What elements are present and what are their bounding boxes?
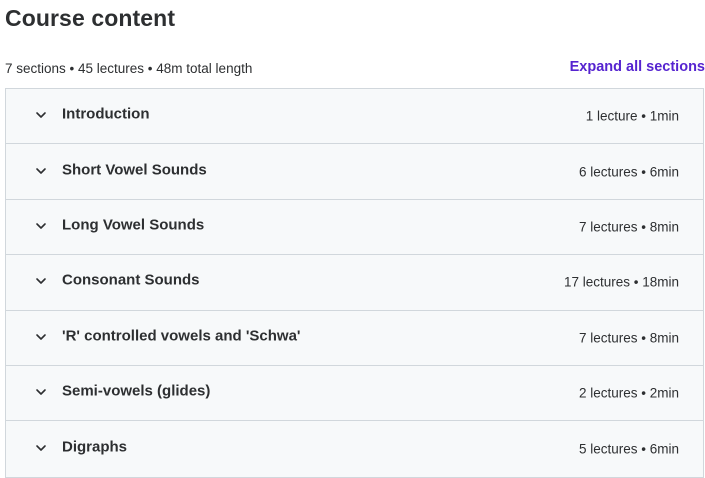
chevron-down-icon xyxy=(34,330,48,344)
section-row-consonant-sounds[interactable]: Consonant Sounds 17 lectures • 18min xyxy=(6,255,703,311)
section-meta: 6 lectures • 6min xyxy=(578,164,679,180)
chevron-down-icon xyxy=(34,164,48,178)
section-row-introduction[interactable]: Introduction 1 lecture • 1min xyxy=(6,89,703,145)
section-row-long-vowel-sounds[interactable]: Long Vowel Sounds 7 lectures • 8min xyxy=(6,200,703,256)
section-meta: 1 lecture • 1min xyxy=(585,108,679,124)
course-content-panel: Course content 7 sections • 45 lectures … xyxy=(0,0,705,478)
chevron-down-icon xyxy=(34,441,48,455)
section-meta: 5 lectures • 6min xyxy=(578,441,679,457)
chevron-down-icon xyxy=(34,385,48,399)
section-title: Short Vowel Sounds xyxy=(62,161,207,179)
section-title: Consonant Sounds xyxy=(62,271,200,289)
section-row-semi-vowels[interactable]: Semi-vowels (glides) 2 lectures • 2min xyxy=(6,366,703,422)
section-row-short-vowel-sounds[interactable]: Short Vowel Sounds 6 lectures • 6min xyxy=(6,144,703,200)
sections-accordion: Introduction 1 lecture • 1min Short Vowe… xyxy=(5,88,704,478)
chevron-down-icon xyxy=(34,219,48,233)
section-meta: 17 lectures • 18min xyxy=(563,274,679,290)
section-row-digraphs[interactable]: Digraphs 5 lectures • 6min xyxy=(6,421,703,476)
section-title: Semi-vowels (glides) xyxy=(62,382,211,400)
course-summary: 7 sections • 45 lectures • 48m total len… xyxy=(5,61,253,76)
chevron-down-icon xyxy=(34,274,48,288)
chevron-down-icon xyxy=(34,108,48,122)
section-row-r-controlled-vowels[interactable]: 'R' controlled vowels and 'Schwa' 7 lect… xyxy=(6,311,703,366)
section-meta: 2 lectures • 2min xyxy=(578,385,679,401)
section-title: Digraphs xyxy=(62,438,128,456)
section-title: 'R' controlled vowels and 'Schwa' xyxy=(62,327,301,345)
expand-all-sections-button[interactable]: Expand all sections xyxy=(570,58,705,76)
section-meta: 7 lectures • 8min xyxy=(578,330,679,346)
section-meta: 7 lectures • 8min xyxy=(578,219,679,235)
section-title: Long Vowel Sounds xyxy=(62,216,205,234)
page-title: Course content xyxy=(5,5,176,31)
section-title: Introduction xyxy=(62,105,150,123)
